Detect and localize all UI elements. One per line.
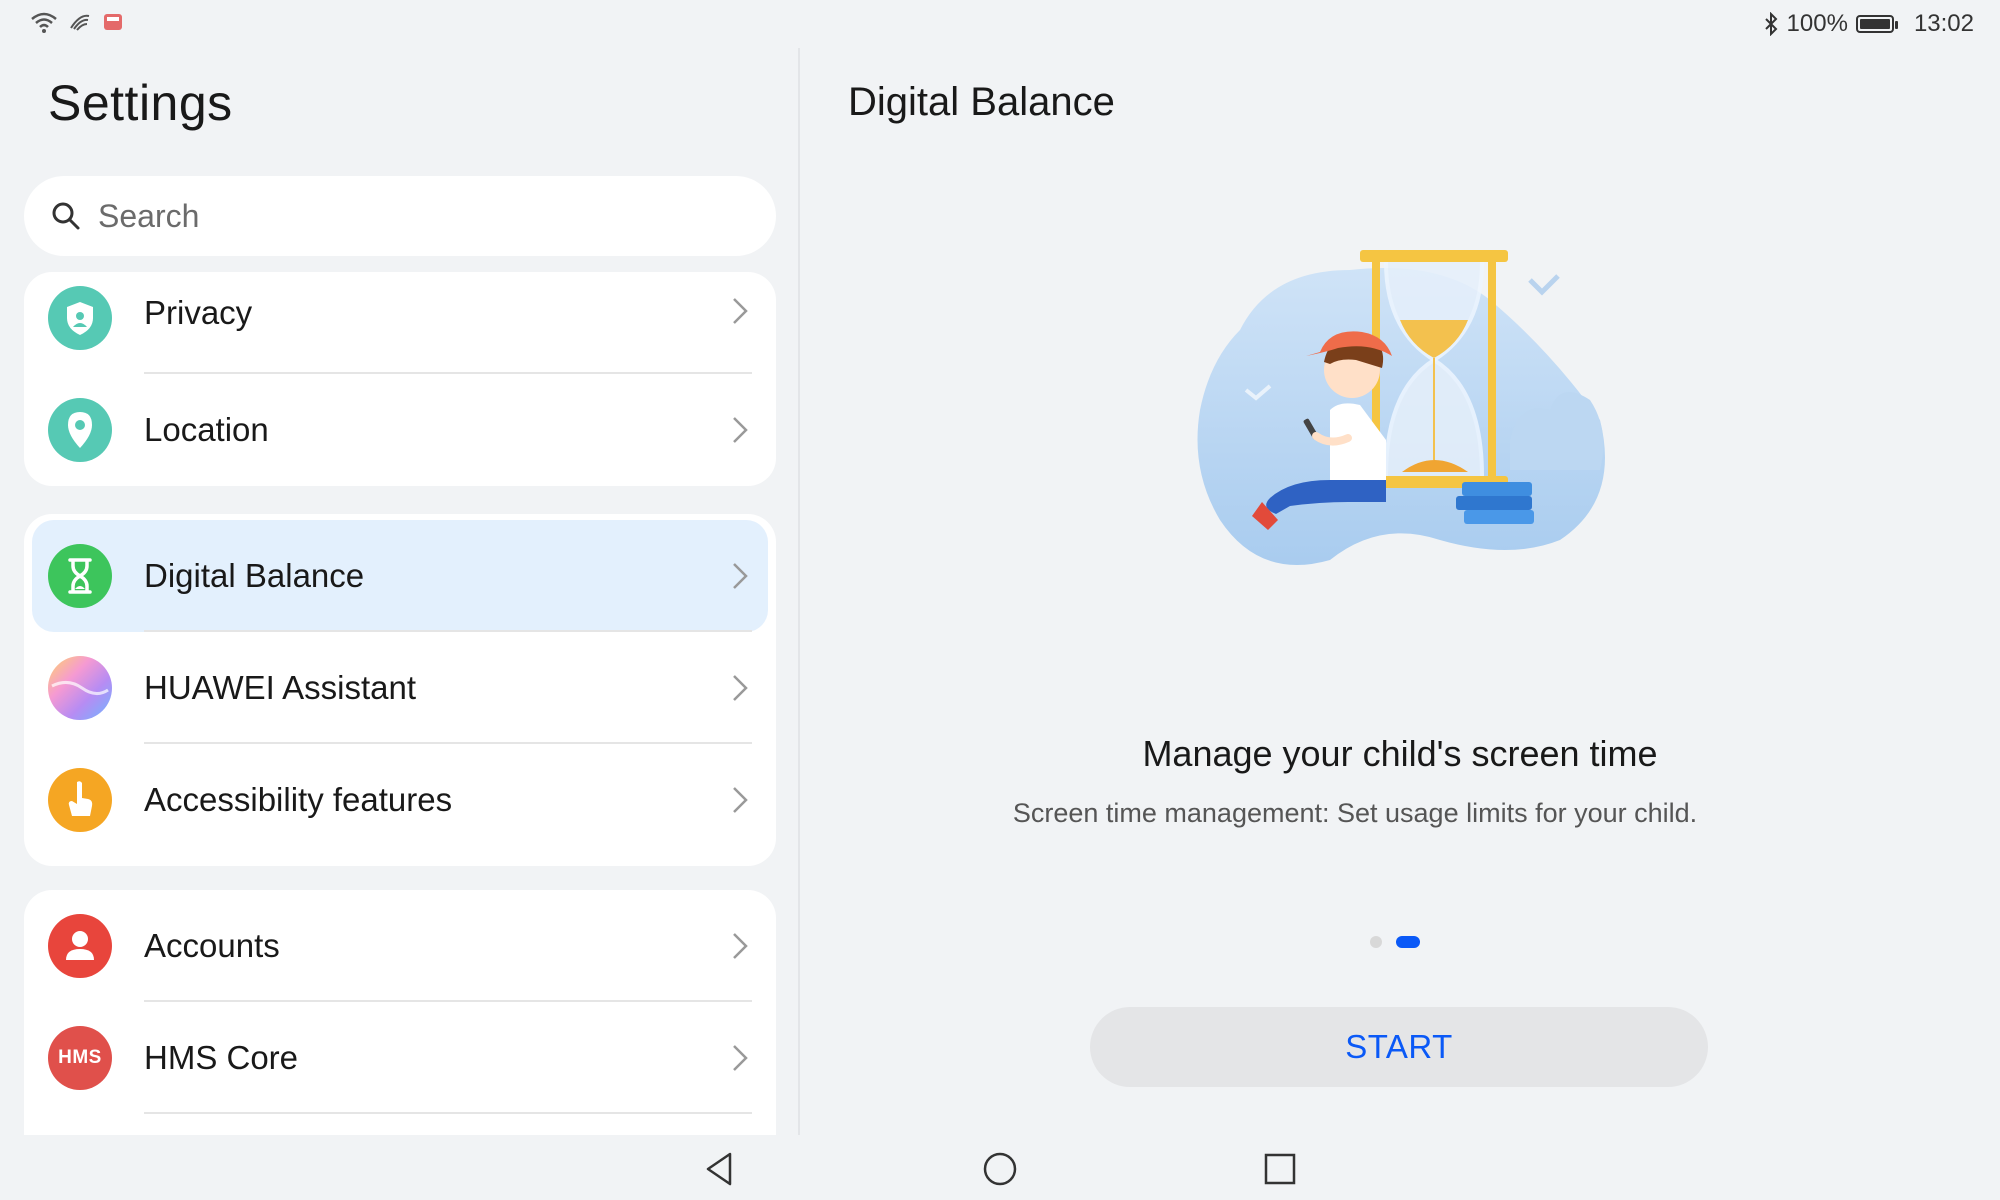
page-indicator[interactable] — [1370, 936, 1420, 948]
sidebar-item-label: Accessibility features — [144, 781, 453, 818]
bluetooth-icon — [1764, 12, 1777, 36]
sidebar-item-digital-balance[interactable]: Digital Balance — [32, 520, 768, 632]
sidebar-item-label: Accounts — [144, 927, 280, 964]
assistant-orb-icon — [48, 656, 112, 720]
hourglass-icon — [48, 544, 112, 608]
chevron-right-icon — [733, 563, 748, 589]
settings-group-2: Digital Balance HUAWEI Assistant Accessi… — [24, 514, 776, 866]
panel-divider — [798, 48, 800, 1135]
back-icon[interactable] — [700, 1149, 740, 1189]
child-hourglass-illustration — [1197, 250, 1605, 565]
battery-icon — [1855, 15, 1898, 33]
hand-pointer-icon — [48, 768, 112, 832]
sidebar-item-huawei-assistant[interactable]: HUAWEI Assistant — [24, 632, 776, 744]
recents-icon[interactable] — [1260, 1149, 1300, 1189]
home-icon[interactable] — [980, 1149, 1020, 1189]
battery-percent: 100% — [1786, 10, 1848, 37]
sidebar-item-label: Privacy — [144, 294, 253, 331]
sidebar-item-privacy[interactable]: Privacy — [24, 272, 776, 374]
sidebar-item-hms-core[interactable]: HMS HMS Core — [24, 1002, 776, 1114]
start-button[interactable]: START — [1090, 1007, 1708, 1087]
hms-icon: HMS — [48, 1026, 112, 1090]
status-left-icons — [30, 10, 124, 34]
chevron-right-icon — [733, 787, 748, 813]
sidebar-item-accounts[interactable]: Accounts — [24, 890, 776, 1002]
clock: 13:02 — [1913, 10, 1974, 37]
chevron-right-icon — [733, 675, 748, 701]
sidebar-item-label: Location — [144, 411, 269, 448]
chevron-right-icon — [733, 933, 748, 959]
sidebar-item-label: HUAWEI Assistant — [144, 669, 417, 706]
detail-headline: Manage your child's screen time — [1142, 733, 1658, 774]
search-input[interactable]: Search — [98, 198, 199, 235]
row-divider — [144, 1112, 752, 1114]
search-icon — [52, 202, 80, 230]
detail-title: Digital Balance — [848, 80, 1115, 124]
hms-icon-text: HMS — [58, 1047, 102, 1068]
status-right: 100% 13:02 — [1763, 10, 1974, 38]
status-bar: 100% 13:02 — [0, 0, 2000, 48]
page-dot-2-active[interactable] — [1396, 936, 1420, 948]
search-bar[interactable]: Search — [24, 176, 776, 256]
signal-wave-icon — [70, 14, 90, 31]
chevron-right-icon — [733, 298, 748, 324]
wifi-icon — [31, 12, 57, 33]
sidebar-item-accessibility[interactable]: Accessibility features — [24, 744, 776, 856]
sidebar-item-label: Digital Balance — [144, 557, 365, 594]
page-title: Settings — [48, 75, 233, 131]
app-notification-icon — [104, 14, 122, 30]
page-dot-1[interactable] — [1370, 936, 1382, 948]
settings-group-3: Accounts HMS HMS Core — [24, 890, 776, 1135]
location-pin-icon — [48, 398, 112, 462]
settings-sidebar: Settings Search Privacy Location Digital… — [0, 48, 798, 1135]
chevron-right-icon — [733, 417, 748, 443]
sidebar-item-label: HMS Core — [144, 1039, 299, 1076]
privacy-icon — [48, 286, 112, 350]
settings-group-1: Privacy Location — [24, 272, 776, 486]
sidebar-item-location[interactable]: Location — [24, 374, 776, 486]
detail-description: Screen time management: Set usage limits… — [1012, 798, 1698, 828]
chevron-right-icon — [733, 1045, 748, 1071]
navigation-bar — [0, 1135, 2000, 1200]
person-icon — [48, 914, 112, 978]
